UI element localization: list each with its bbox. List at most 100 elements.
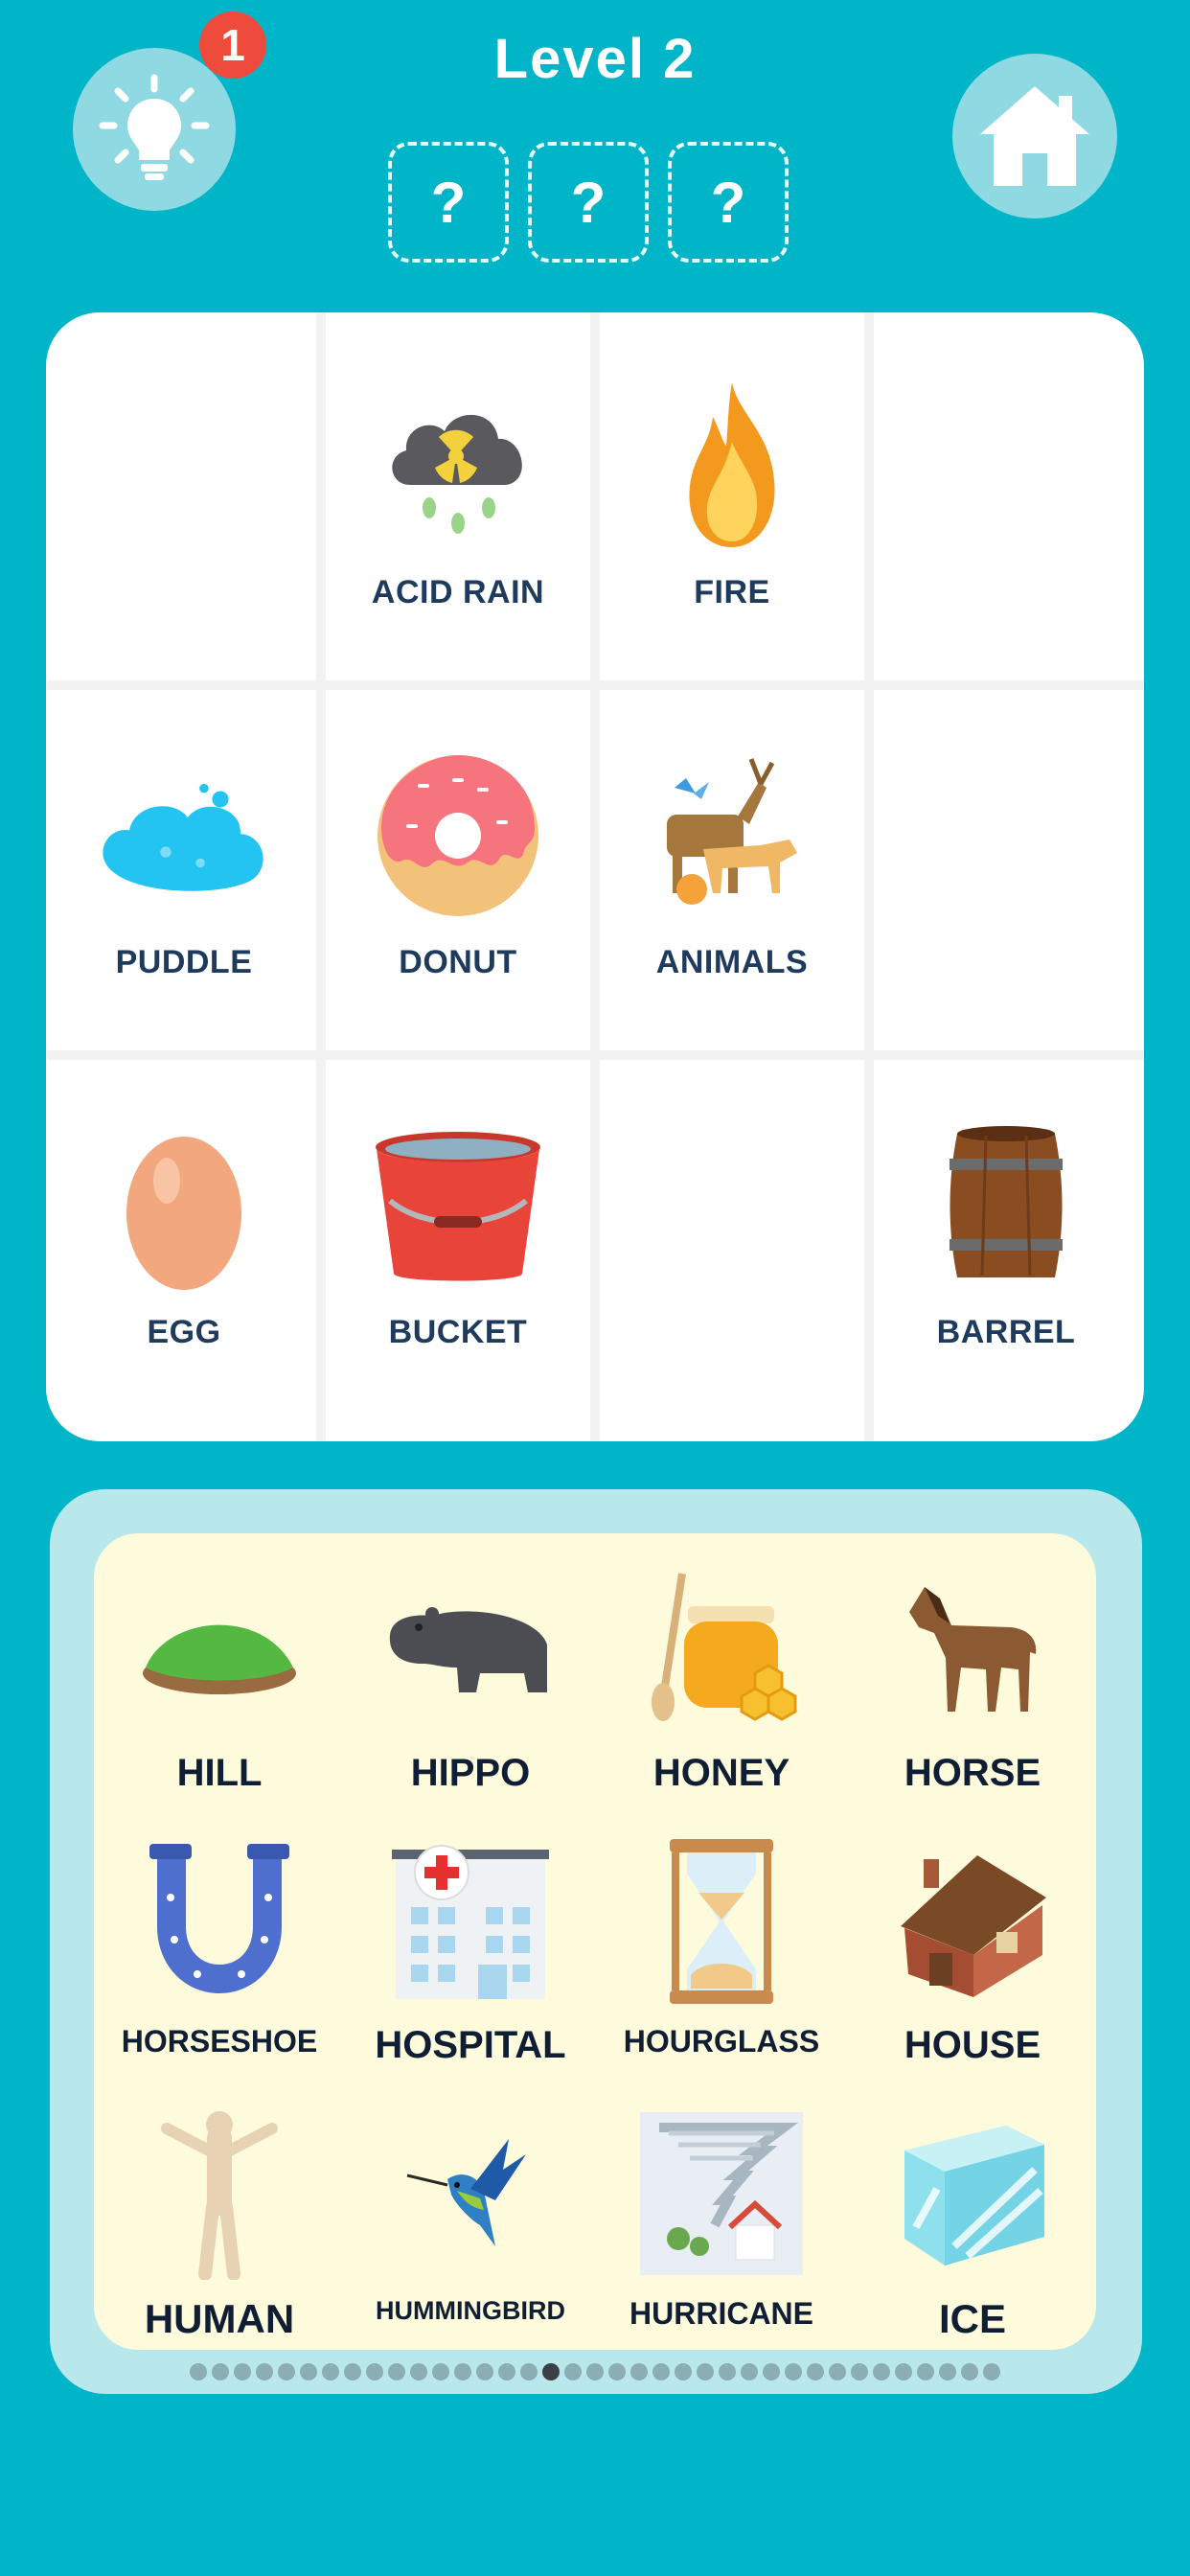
donut-icon: [367, 745, 549, 927]
tray-item-human[interactable]: HUMAN: [94, 2091, 345, 2359]
tray-item-hummingbird[interactable]: HUMMINGBIRD: [345, 2091, 596, 2359]
board-cell-empty[interactable]: [602, 1058, 862, 1416]
answer-slot-3[interactable]: ?: [668, 142, 789, 263]
tray-item-hippo[interactable]: HIPPO: [345, 1547, 596, 1815]
tray-item-hurricane[interactable]: HURRICANE: [596, 2091, 847, 2359]
page-dot[interactable]: [851, 2363, 868, 2380]
board-cell-label: BARREL: [936, 1314, 1076, 1350]
page-dot[interactable]: [410, 2363, 427, 2380]
page-dot[interactable]: [961, 2363, 978, 2380]
ice-icon: [881, 2103, 1064, 2285]
page-dot[interactable]: [586, 2363, 604, 2380]
page-dot[interactable]: [520, 2363, 538, 2380]
page-dot[interactable]: [498, 2363, 515, 2380]
acid-rain-icon: [367, 375, 549, 557]
tray-item-label: HURRICANE: [629, 2296, 813, 2331]
page-dot[interactable]: [785, 2363, 802, 2380]
tray-item-label: HORSE: [904, 1752, 1041, 1794]
hill-icon: [128, 1558, 310, 1740]
board-cell-label: FIRE: [694, 574, 770, 610]
tray-item-label: HILL: [176, 1752, 263, 1794]
tray-item-horse[interactable]: HORSE: [847, 1547, 1098, 1815]
board-cell-barrel[interactable]: BARREL: [876, 1058, 1136, 1416]
page-dot[interactable]: [564, 2363, 582, 2380]
page-dot[interactable]: [741, 2363, 758, 2380]
human-icon: [128, 2103, 310, 2285]
page-dot[interactable]: [190, 2363, 207, 2380]
animals-icon: [641, 745, 823, 927]
page-dot[interactable]: [234, 2363, 251, 2380]
page-dot[interactable]: [278, 2363, 295, 2380]
egg-icon: [93, 1115, 275, 1297]
tray-item-ice[interactable]: ICE: [847, 2091, 1098, 2359]
tray-item-house[interactable]: HOUSE: [847, 1819, 1098, 2087]
tray-item-honey[interactable]: HONEY: [596, 1547, 847, 1815]
tray-item-horseshoe[interactable]: HORSESHOE: [94, 1819, 345, 2087]
page-dot[interactable]: [983, 2363, 1000, 2380]
answer-slot-1[interactable]: ?: [388, 142, 509, 263]
page-dot[interactable]: [300, 2363, 317, 2380]
page-dot[interactable]: [675, 2363, 692, 2380]
board-cell-puddle[interactable]: PUDDLE: [54, 688, 314, 1046]
hurricane-icon: [630, 2103, 812, 2285]
page-dot-active[interactable]: [542, 2363, 560, 2380]
page-dot[interactable]: [807, 2363, 824, 2380]
page-dot[interactable]: [388, 2363, 405, 2380]
board-cell-empty[interactable]: [54, 318, 314, 677]
board-cell-acid-rain[interactable]: ACID RAIN: [328, 318, 588, 677]
page-dot[interactable]: [917, 2363, 934, 2380]
tray-item-label: HOUSE: [904, 2024, 1041, 2066]
board-cell-bucket[interactable]: BUCKET: [328, 1058, 588, 1416]
page-dot[interactable]: [454, 2363, 471, 2380]
answer-slot-2[interactable]: ?: [528, 142, 649, 263]
page-dot[interactable]: [366, 2363, 383, 2380]
page-dot[interactable]: [256, 2363, 273, 2380]
page-dot[interactable]: [763, 2363, 780, 2380]
grid-divider: [590, 312, 600, 1441]
tray-item-hourglass[interactable]: HOURGLASS: [596, 1819, 847, 2087]
element-tray: HILL HIPPO HONEY HORSE HORSESHOE HOSPITA…: [94, 1533, 1096, 2350]
board-cell-egg[interactable]: EGG: [54, 1058, 314, 1416]
tray-item-label: HOURGLASS: [623, 2024, 820, 2058]
grid-divider: [316, 312, 326, 1441]
page-dot[interactable]: [652, 2363, 670, 2380]
page-dot[interactable]: [895, 2363, 912, 2380]
board-cell-empty[interactable]: [876, 688, 1136, 1046]
page-dot[interactable]: [608, 2363, 626, 2380]
board-cell-animals[interactable]: ANIMALS: [602, 688, 862, 1046]
tray-item-label: HIPPO: [410, 1752, 531, 1794]
page-dot[interactable]: [630, 2363, 648, 2380]
horseshoe-icon: [128, 1830, 310, 2012]
page-dot[interactable]: [829, 2363, 846, 2380]
bucket-icon: [367, 1115, 549, 1297]
page-dot[interactable]: [719, 2363, 736, 2380]
board-cell-fire[interactable]: FIRE: [602, 318, 862, 677]
board-cell-label: DONUT: [399, 944, 517, 980]
hourglass-icon: [630, 1830, 812, 2012]
board-cell-empty[interactable]: [876, 318, 1136, 677]
page-dot[interactable]: [432, 2363, 449, 2380]
page-dot[interactable]: [212, 2363, 229, 2380]
honey-icon: [630, 1558, 812, 1740]
page-dot[interactable]: [476, 2363, 493, 2380]
tray-item-label: ICE: [938, 2296, 1006, 2341]
answer-slots: ? ? ?: [388, 142, 789, 263]
tray-item-hospital[interactable]: HOSPITAL: [345, 1819, 596, 2087]
horse-icon: [881, 1558, 1064, 1740]
home-button[interactable]: [952, 54, 1117, 218]
board-cell-donut[interactable]: DONUT: [328, 688, 588, 1046]
tray-item-hill[interactable]: HILL: [94, 1547, 345, 1815]
tray-item-label: HOSPITAL: [375, 2024, 566, 2066]
page-dot[interactable]: [344, 2363, 361, 2380]
page-dot[interactable]: [873, 2363, 890, 2380]
hospital-icon: [379, 1830, 561, 2012]
page-dot[interactable]: [322, 2363, 339, 2380]
board-cell-label: BUCKET: [388, 1314, 528, 1350]
hippo-icon: [379, 1558, 561, 1740]
grid-divider: [864, 312, 874, 1441]
house-icon: [881, 1830, 1064, 2012]
page-dot[interactable]: [939, 2363, 956, 2380]
page-dot[interactable]: [697, 2363, 714, 2380]
top-bar: 1 Level 2 ? ? ?: [0, 0, 1190, 288]
tray-page-indicator: [0, 2363, 1190, 2380]
